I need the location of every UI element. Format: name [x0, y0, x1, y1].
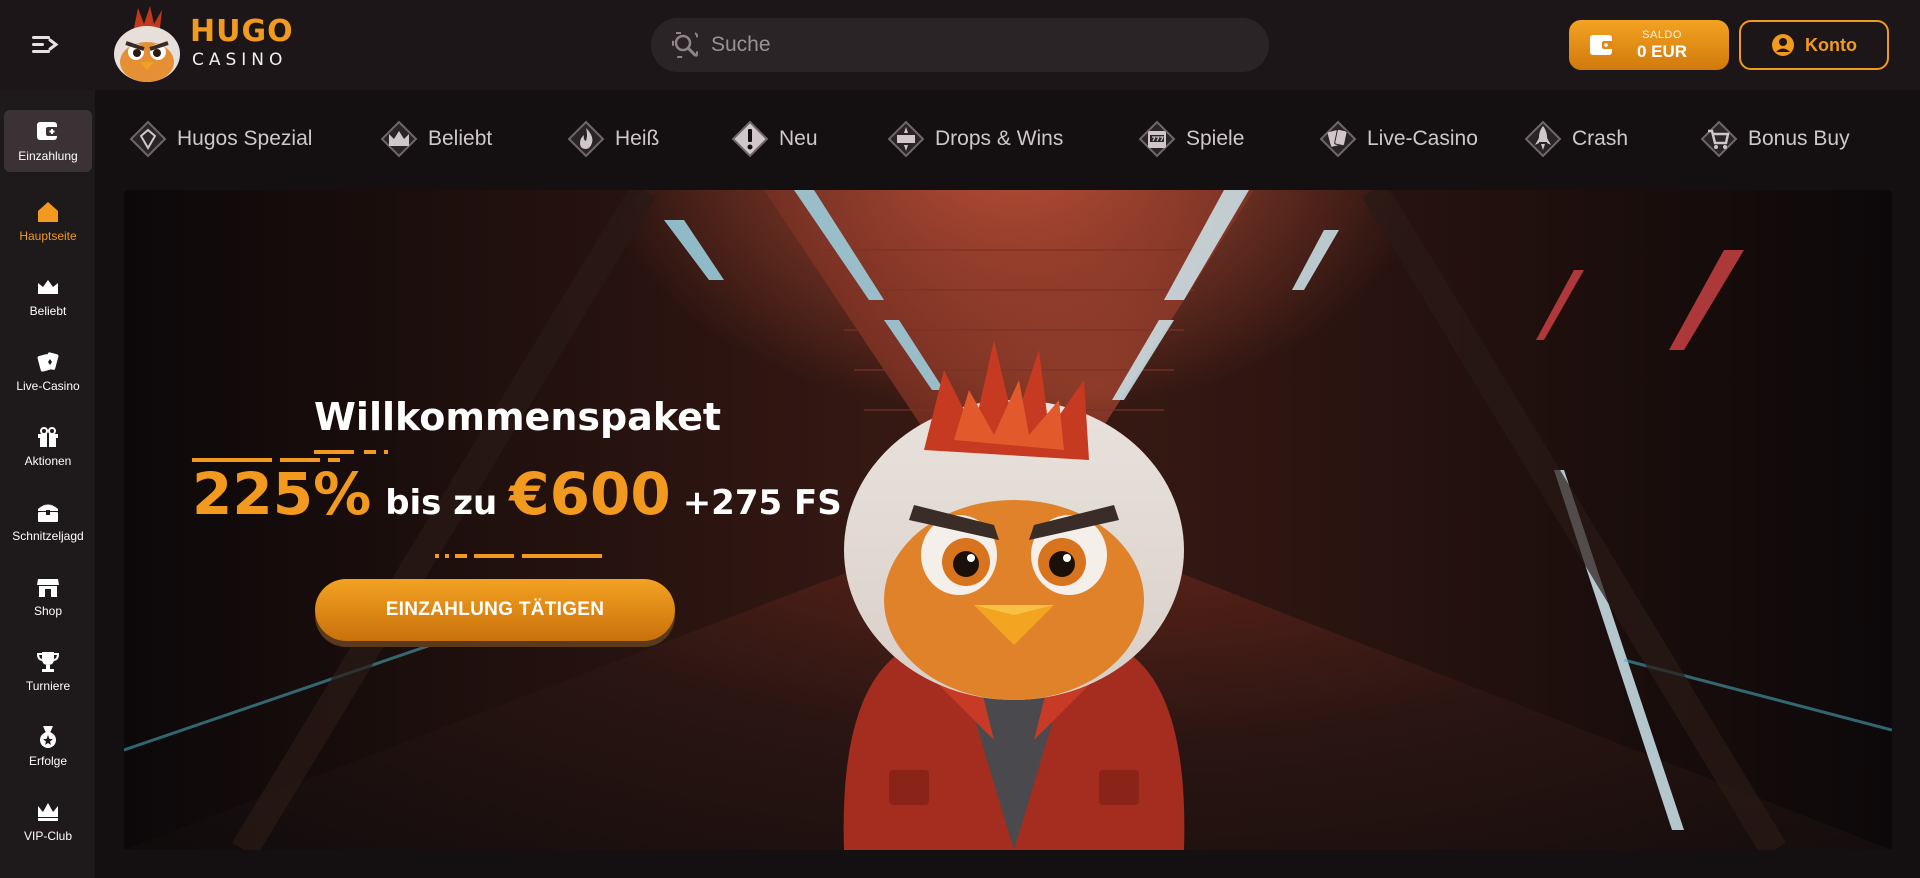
category-bonus-buy[interactable]: Bonus Buy	[1698, 114, 1850, 164]
category-label: Heiß	[615, 127, 660, 150]
sidebar-item-label: Einzahlung	[18, 148, 78, 163]
flame-icon	[567, 120, 605, 158]
category-nav: Hugos Spezial Beliebt Heiß Neu Drops & W…	[95, 90, 1920, 190]
cards-icon	[37, 351, 59, 372]
category-label: Live-Casino	[1367, 127, 1478, 150]
search-icon	[672, 32, 698, 58]
user-icon	[1772, 34, 1794, 56]
sidebar-item-label: Aktionen	[24, 453, 72, 468]
category-spiele[interactable]: Spiele	[1136, 114, 1244, 164]
offer-line: 225% bis zu €600 +275 FS	[192, 460, 842, 528]
offer-middle-text: bis zu	[385, 483, 498, 523]
shopping-cart-icon	[1700, 120, 1738, 158]
diamond-icon	[129, 120, 167, 158]
category-neu[interactable]: Neu	[729, 114, 818, 164]
crown-icon	[380, 120, 418, 158]
deposit-icon	[37, 121, 58, 140]
cards-icon	[1319, 120, 1357, 158]
sidebar-item-shop[interactable]: Shop	[4, 565, 92, 627]
sidebar-item-label: Shop	[33, 603, 63, 618]
banner-title: Willkommenspaket	[314, 395, 722, 439]
logo-title: HUGO	[190, 14, 294, 49]
hugo-casino-logo[interactable]: HUGO CASINO	[104, 6, 294, 86]
sidebar-item-label: VIP-Club	[23, 828, 73, 843]
deposit-cta-button[interactable]: EINZAHLUNG TÄTIGEN	[315, 579, 675, 641]
sidebar-item-erfolge[interactable]: Erfolge	[4, 715, 92, 777]
sidebar-item-label: Erfolge	[28, 753, 68, 768]
sidebar-item-label: Schnitzeljagd	[12, 528, 84, 543]
menu-toggle-icon[interactable]	[26, 30, 64, 60]
sidebar-item-beliebt[interactable]: Beliebt	[4, 265, 92, 327]
treasure-chest-icon	[38, 504, 58, 522]
trophy-icon	[36, 651, 60, 672]
sidebar-item-label: Hauptseite	[19, 228, 77, 243]
crown-icon	[38, 279, 58, 294]
balance-button[interactable]: SALDO 0 EUR	[1569, 20, 1729, 70]
medal-icon	[40, 725, 56, 748]
category-beliebt[interactable]: Beliebt	[378, 114, 492, 164]
category-label: Hugos Spezial	[177, 127, 313, 150]
category-crash[interactable]: Crash	[1522, 114, 1628, 164]
logo-subtitle: CASINO	[192, 50, 288, 70]
account-button[interactable]: Konto	[1739, 20, 1889, 70]
category-heiss[interactable]: Heiß	[565, 114, 659, 164]
category-drops-wins[interactable]: Drops & Wins	[885, 114, 1063, 164]
welcome-banner[interactable]: Willkommenspaket 225% bis zu €600 +275 F…	[124, 190, 1892, 850]
offer-percent: 225%	[192, 460, 372, 528]
sidebar: Einzahlung Hauptseite Beliebt Live-Casin…	[0, 90, 95, 878]
sidebar-item-hauptseite[interactable]: Hauptseite	[4, 190, 92, 252]
category-label: Bonus Buy	[1748, 127, 1850, 150]
offer-free-spins: +275 FS	[682, 483, 842, 523]
offer-amount: €600	[509, 460, 671, 528]
hugo-mascot-logo-icon	[114, 6, 180, 82]
vip-crown-icon	[38, 802, 58, 821]
sidebar-item-vip-club[interactable]: VIP-Club	[4, 790, 92, 852]
category-live-casino[interactable]: Live-Casino	[1317, 114, 1478, 164]
wallet-icon	[1590, 35, 1613, 55]
category-label: Crash	[1572, 127, 1629, 150]
sidebar-item-aktionen[interactable]: Aktionen	[4, 415, 92, 477]
gift-icon	[38, 426, 58, 447]
sidebar-item-label: Beliebt	[29, 303, 67, 318]
rocket-icon	[1524, 120, 1562, 158]
category-label: Spiele	[1186, 127, 1245, 150]
shop-icon	[37, 578, 59, 597]
account-label: Konto	[1805, 34, 1857, 55]
category-label: Drops & Wins	[935, 127, 1064, 150]
search-bar[interactable]	[651, 18, 1269, 72]
exclamation-icon	[731, 120, 769, 158]
balance-value: 0 EUR	[1637, 41, 1688, 61]
slot-machine-icon	[1138, 120, 1176, 158]
search-input[interactable]	[711, 33, 1231, 57]
sidebar-item-schnitzeljagd[interactable]: Schnitzeljagd	[4, 490, 92, 552]
balance-label: SALDO	[1642, 28, 1682, 41]
sidebar-item-label: Turniere	[25, 678, 71, 693]
category-hugos-spezial[interactable]: Hugos Spezial	[127, 114, 312, 164]
sidebar-item-label: Live-Casino	[16, 378, 80, 393]
category-label: Neu	[779, 127, 818, 150]
drops-wins-icon	[887, 120, 925, 158]
sidebar-item-turniere[interactable]: Turniere	[4, 640, 92, 702]
home-icon	[38, 201, 58, 222]
sidebar-item-einzahlung[interactable]: Einzahlung	[4, 110, 92, 172]
sidebar-item-live-casino[interactable]: Live-Casino	[4, 340, 92, 402]
top-header: HUGO CASINO SALDO 0 EUR Konto	[0, 0, 1920, 90]
category-label: Beliebt	[428, 127, 493, 150]
